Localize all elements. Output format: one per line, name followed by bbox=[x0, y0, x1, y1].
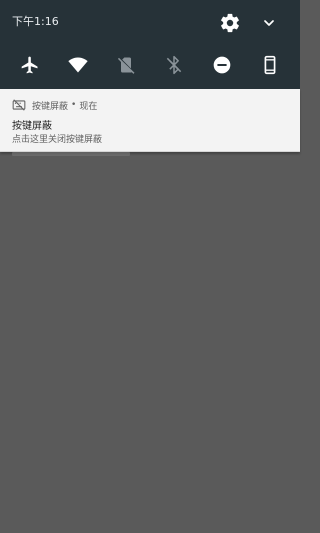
wifi-icon bbox=[68, 57, 88, 73]
bluetooth-off-icon bbox=[166, 55, 182, 75]
notification-time: 现在 bbox=[79, 101, 98, 112]
background-content bbox=[12, 152, 130, 156]
qs-tile-wifi[interactable] bbox=[63, 50, 93, 80]
notification-title: 按键屏蔽 bbox=[12, 121, 52, 132]
settings-gear-icon[interactable] bbox=[219, 12, 241, 34]
qs-tile-do-not-disturb[interactable] bbox=[207, 50, 237, 80]
dnd-icon bbox=[213, 56, 231, 74]
status-time: 下午1:16 bbox=[12, 15, 59, 28]
keyboard-off-icon bbox=[12, 99, 26, 111]
notification-card[interactable]: 按键屏蔽 • 现在 按键屏蔽 点击这里关闭按键屏蔽 bbox=[0, 89, 300, 152]
notification-separator: • bbox=[71, 100, 77, 110]
qs-tile-airplane-mode[interactable] bbox=[15, 50, 45, 80]
qs-tile-rotation[interactable] bbox=[255, 50, 285, 80]
airplane-icon bbox=[21, 56, 38, 74]
qs-tile-sim[interactable] bbox=[111, 50, 141, 80]
chevron-down-icon[interactable] bbox=[261, 15, 277, 31]
notification-header: 按键屏蔽 • 现在 bbox=[12, 98, 97, 112]
phone-portrait-icon bbox=[264, 55, 276, 75]
qs-tile-bluetooth[interactable] bbox=[159, 50, 189, 80]
no-sim-icon bbox=[117, 57, 135, 74]
notification-shade: 下午1:16 bbox=[0, 0, 300, 89]
notification-app-name: 按键屏蔽 bbox=[32, 101, 69, 112]
quick-settings-row bbox=[0, 50, 300, 80]
notification-text: 点击这里关闭按键屏蔽 bbox=[12, 135, 103, 145]
